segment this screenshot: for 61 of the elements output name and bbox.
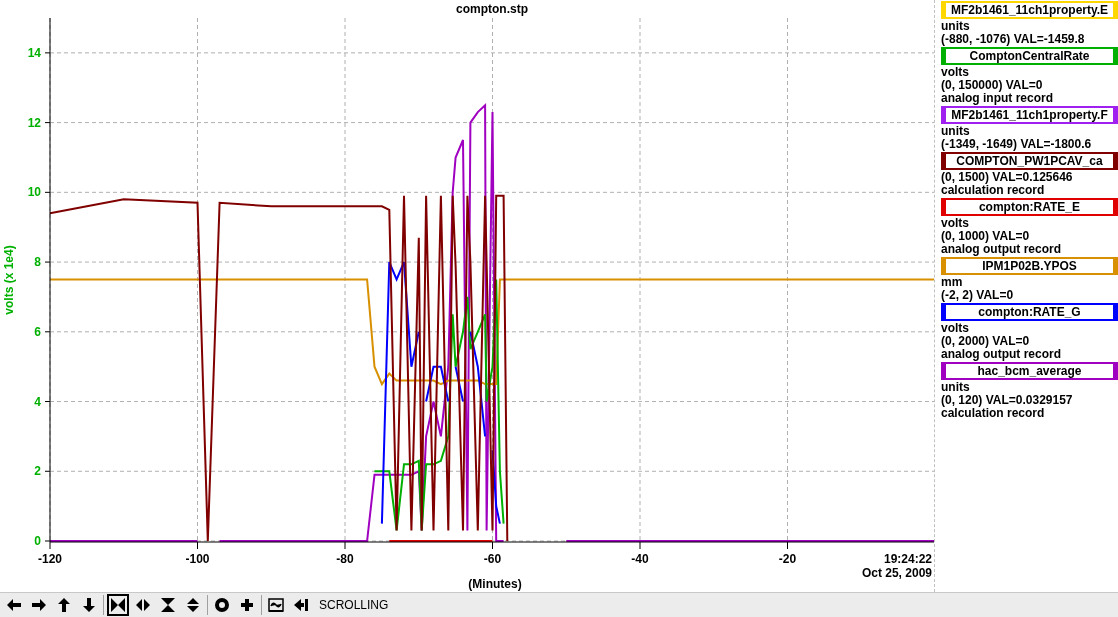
legend-text: volts [941,66,969,79]
x-tick-label: -120 [38,552,62,566]
legend-entry[interactable]: IPM1P02B.YPOS [941,257,1118,275]
y-tick-label: 4 [34,394,41,409]
wave-box-icon [268,597,284,613]
y-tick-label: 14 [27,45,41,60]
y-tick-label: 6 [34,324,41,339]
diamond-arrows-icon [135,597,151,613]
legend-entry[interactable]: MF2b1461_11ch1property.E [941,1,1118,19]
legend-text: (0, 1500) VAL=0.125646 [941,171,1073,184]
bowtie-icon [110,597,126,613]
legend-text: (0, 1000) VAL=0 [941,230,1030,243]
legend-entry[interactable]: compton:RATE_E [941,198,1118,216]
right-arrow-icon [31,597,47,613]
x-tick-label: -100 [185,552,210,566]
plus-icon [239,597,255,613]
up-arrow-icon [56,597,72,613]
status-label: SCROLLING [319,598,389,612]
y-tick-label: 10 [27,185,41,200]
y-tick-label: 2 [34,464,41,479]
x-tick-label: -80 [336,552,354,566]
x-axis-label: (Minutes) [468,577,522,591]
legend-text: volts [941,217,969,230]
vertical-diamond-arrows-icon [185,597,201,613]
legend-text: (0, 150000) VAL=0 [941,79,1043,92]
down-arrow-icon [81,597,97,613]
legend-entry[interactable]: hac_bcm_average [941,362,1118,380]
y-tick-label: 8 [34,255,41,270]
legend-text: units [941,381,970,394]
left-arrow-icon [6,597,22,613]
y-tick-label: 12 [27,115,41,130]
y-tick-label: 0 [34,534,41,548]
legend-text: volts [941,322,969,335]
x-tick-label: -40 [631,552,649,566]
legend-text: (0, 2000) VAL=0 [941,335,1030,348]
legend-entry[interactable]: compton:RATE_G [941,303,1118,321]
legend-text: (-880, -1076) VAL=-1459.8 [941,33,1085,46]
legend-text: analog output record [941,348,1061,361]
date-label: Oct 25, 2009 [861,566,932,580]
arrow-to-bar-icon [293,597,309,613]
legend-text: (0, 120) VAL=0.0329157 [941,394,1073,407]
timestamp: 19:24:22 [883,552,932,566]
legend-text: calculation record [941,407,1045,420]
x-tick-label: -20 [778,552,797,566]
legend-entry[interactable]: ComptonCentralRate [941,47,1118,65]
legend-text: analog input record [941,92,1053,105]
legend-text: analog output record [941,243,1061,256]
legend-text: units [941,125,970,138]
legend-text: mm [941,276,963,289]
legend-text: (-1349, -1649) VAL=-1800.6 [941,138,1092,151]
hourglass-icon [160,597,176,613]
toolbar-button[interactable] [107,594,129,616]
circle-icon [214,597,230,613]
legend-text: calculation record [941,184,1045,197]
legend-entry[interactable]: MF2b1461_11ch1property.F [941,106,1118,124]
legend-entry[interactable]: COMPTON_PW1PCAV_ca [941,152,1118,170]
legend-text: units [941,20,970,33]
chart-title: compton.stp [456,2,528,16]
legend-text: (-2, 2) VAL=0 [941,289,1014,302]
y-axis-label: volts (x 1e4) [2,245,16,315]
x-tick-label: -60 [483,552,502,566]
